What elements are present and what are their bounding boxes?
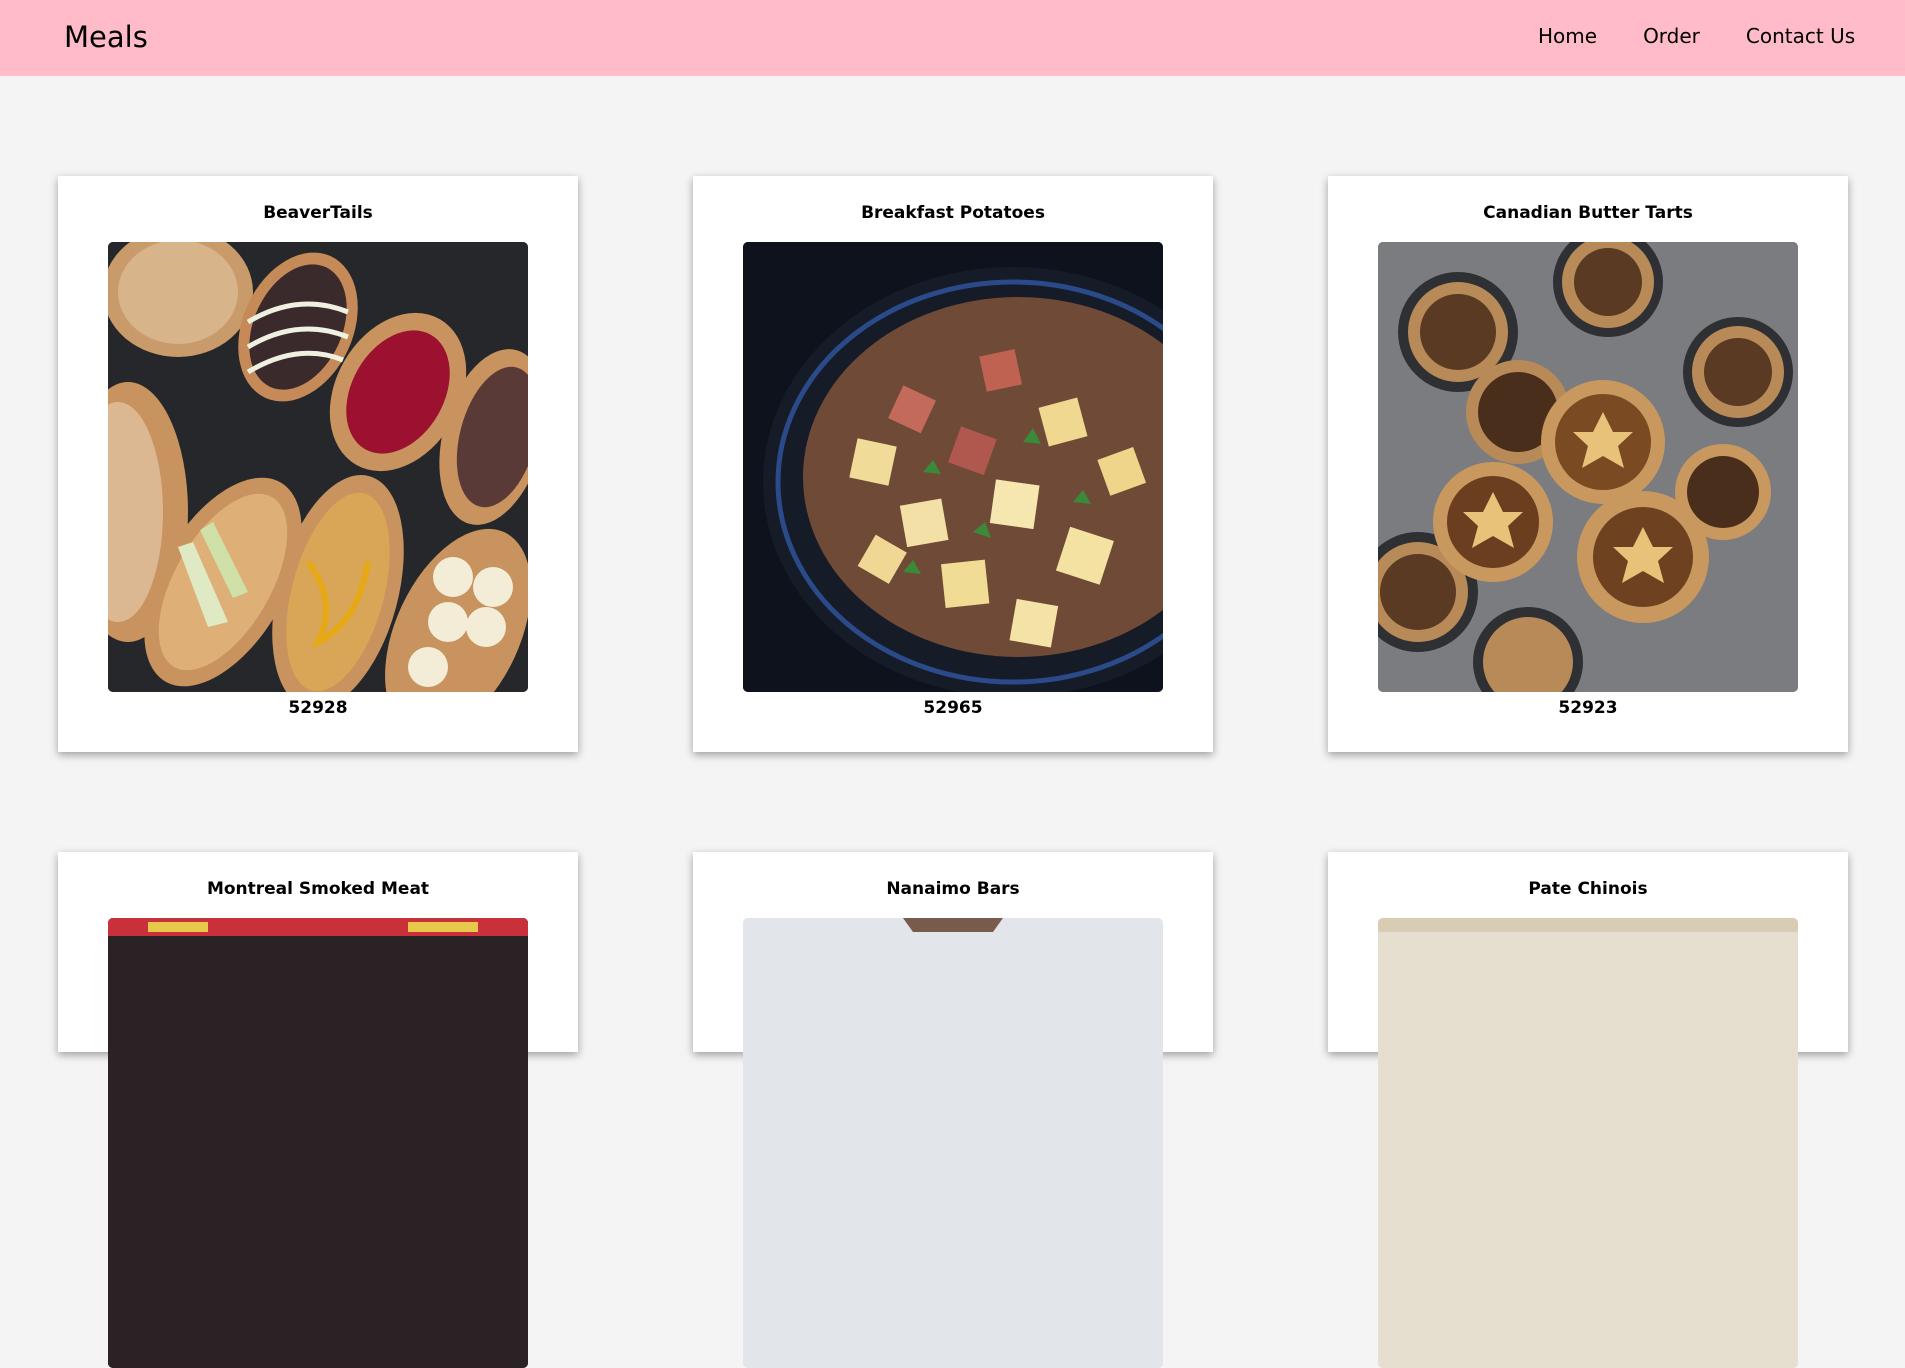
- meal-card[interactable]: Canadian Butter Tarts 52923: [1328, 176, 1848, 752]
- butter-tarts-photo: [1378, 242, 1798, 692]
- nav-order-link[interactable]: Order: [1643, 24, 1700, 48]
- smoked-meat-photo: [108, 918, 528, 1368]
- brand-logo[interactable]: Meals: [64, 20, 148, 54]
- meal-card[interactable]: Pate Chinois: [1328, 852, 1848, 1368]
- top-navbar: Meals Home Order Contact Us: [0, 0, 1905, 76]
- beavertails-photo: [108, 242, 528, 692]
- meal-title: Montreal Smoked Meat: [206, 879, 430, 899]
- meal-id: 52928: [288, 698, 348, 718]
- meal-card[interactable]: Breakfast Potatoes 52965: [693, 176, 1213, 752]
- meal-title: BeaverTails: [263, 203, 373, 223]
- meal-card[interactable]: Montreal Smoked Meat: [58, 852, 578, 1368]
- meal-card[interactable]: BeaverTails 52928: [58, 176, 578, 752]
- nav-links: Home Order Contact Us: [1538, 24, 1855, 48]
- meal-id: 52965: [923, 698, 983, 718]
- nanaimo-bars-photo: [743, 918, 1163, 1368]
- nav-contact-link[interactable]: Contact Us: [1746, 24, 1855, 48]
- meal-id: 52923: [1558, 698, 1618, 718]
- meal-card[interactable]: Nanaimo Bars: [693, 852, 1213, 1368]
- meal-title: Canadian Butter Tarts: [1483, 203, 1693, 223]
- pate-chinois-photo: [1378, 918, 1798, 1368]
- nav-home-link[interactable]: Home: [1538, 24, 1597, 48]
- meal-title: Pate Chinois: [1528, 879, 1648, 899]
- breakfast-potatoes-photo: [743, 242, 1163, 692]
- meal-title: Breakfast Potatoes: [861, 203, 1045, 223]
- meal-title: Nanaimo Bars: [886, 879, 1020, 899]
